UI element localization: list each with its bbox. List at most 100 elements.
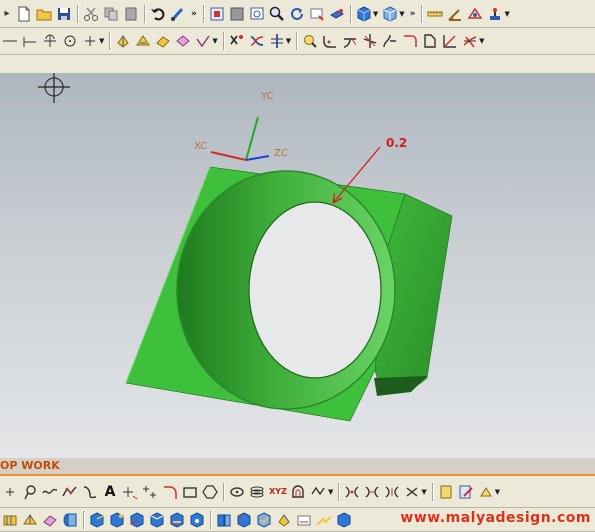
extend-dropdown[interactable]: ▼ [479,37,484,45]
solid2-icon[interactable] [109,511,125,528]
overflow-chevron[interactable]: » [410,9,416,19]
save-icon[interactable] [56,6,72,22]
fillet-icon[interactable] [322,33,338,49]
rectangle-icon[interactable] [182,484,198,500]
chamfer-icon[interactable] [442,33,458,49]
open-folder-icon[interactable] [36,6,52,22]
trim-icon[interactable] [175,33,191,49]
circle-icon[interactable] [62,33,78,49]
shade-square-icon[interactable] [229,6,245,22]
ellipse-icon[interactable] [229,484,245,500]
point-icon[interactable] [2,484,18,500]
joystick-icon[interactable] [487,6,503,22]
constraint1-icon[interactable] [344,484,360,500]
tee-icon[interactable] [22,33,38,49]
cut-icon[interactable] [83,6,99,22]
trim-curve-icon[interactable] [342,33,358,49]
constraint3-icon[interactable] [384,484,400,500]
solid12-icon[interactable] [316,512,332,528]
constraint2-icon[interactable] [364,484,380,500]
solid10-icon[interactable] [276,512,292,528]
pan-icon[interactable] [309,6,325,22]
blue-cube-dropdown[interactable]: ▼ [373,10,378,18]
feature2-icon[interactable] [22,512,38,528]
copy-icon[interactable] [103,6,119,22]
constraint-dropdown[interactable]: ▼ [421,488,426,496]
ruler-icon[interactable] [427,6,443,22]
separator [223,482,224,501]
solid11-icon[interactable] [296,512,312,528]
spline-icon[interactable] [42,484,58,500]
paint-dropdown[interactable]: ▼ [495,488,500,496]
sew-icon[interactable] [195,33,211,49]
joystick-dropdown[interactable]: ▼ [504,10,509,18]
graphics-viewport[interactable]: YC XC ZC 0.2 [0,73,595,458]
zoom-icon[interactable] [269,6,285,22]
intersect-icon[interactable] [362,33,378,49]
project-dropdown[interactable]: ▼ [328,488,333,496]
folder-icon[interactable] [438,484,454,500]
quick-trim-icon[interactable] [249,33,265,49]
mirror-dropdown[interactable]: ▼ [286,37,291,45]
overflow-chevron[interactable]: » [191,9,197,19]
paste-icon[interactable] [123,6,139,22]
corner-icon[interactable] [402,33,418,49]
layer-menu-icon[interactable]: ▸ [2,6,12,22]
point-icon[interactable] [82,33,98,49]
zoom-window-icon[interactable] [249,6,265,22]
fit-view-icon[interactable] [209,6,225,22]
solid6-icon[interactable] [189,511,205,528]
perspective-icon[interactable] [329,6,345,22]
curve-icon[interactable] [382,33,398,49]
helix-icon[interactable] [249,484,265,500]
revolve-icon[interactable] [135,33,151,49]
mirror-icon[interactable] [269,33,285,49]
line-icon[interactable] [2,33,18,49]
solid4-icon[interactable] [149,511,165,528]
feature1-icon[interactable] [2,512,18,528]
solid9-icon[interactable] [256,511,272,528]
hexagon-icon[interactable] [202,484,218,500]
plus-point-icon[interactable] [122,484,138,500]
solid5-icon[interactable] [169,511,185,528]
cross-icon[interactable] [42,33,58,49]
solid1-icon[interactable] [89,511,105,528]
feature3-icon[interactable] [42,512,58,528]
solid7-icon[interactable] [216,512,232,528]
edit-icon[interactable] [458,484,474,500]
feature4-icon[interactable] [62,512,78,528]
arc-icon[interactable] [82,484,98,500]
solid13-icon[interactable] [336,511,352,528]
brush-icon[interactable] [170,6,186,22]
find-icon[interactable] [302,33,318,49]
xyz-icon[interactable]: XYZ [269,484,287,500]
solid3-icon[interactable] [129,511,145,528]
blue-cube-icon[interactable] [356,5,372,22]
text-tool-icon[interactable]: A [102,484,118,500]
light-cube-icon[interactable] [382,5,398,22]
separator [349,4,351,23]
undo-icon[interactable] [150,6,166,22]
paint-icon[interactable] [478,484,494,500]
sweep-icon[interactable] [155,33,171,49]
plus-multi-icon[interactable] [142,484,158,500]
extrude-icon[interactable] [115,33,131,49]
analysis-icon[interactable] [467,6,483,22]
polyline-icon[interactable] [62,484,78,500]
xform-icon[interactable] [229,33,245,49]
point-dropdown[interactable]: ▼ [99,37,104,45]
constraint4-icon[interactable] [404,484,420,500]
green-bearing-part[interactable] [125,166,453,422]
project-icon[interactable] [311,484,327,500]
fillet-sketch-icon[interactable] [162,484,178,500]
rect-sketch-icon[interactable] [422,33,438,49]
measure-angle-icon[interactable] [447,6,463,22]
offset-icon[interactable] [291,484,307,500]
solid8-icon[interactable] [236,511,252,528]
sew-dropdown[interactable]: ▼ [212,37,217,45]
lasso-icon[interactable] [22,484,38,500]
extend-icon[interactable] [462,33,478,49]
new-file-icon[interactable] [16,6,32,22]
light-cube-dropdown[interactable]: ▼ [399,10,404,18]
rotate-icon[interactable] [289,6,305,22]
